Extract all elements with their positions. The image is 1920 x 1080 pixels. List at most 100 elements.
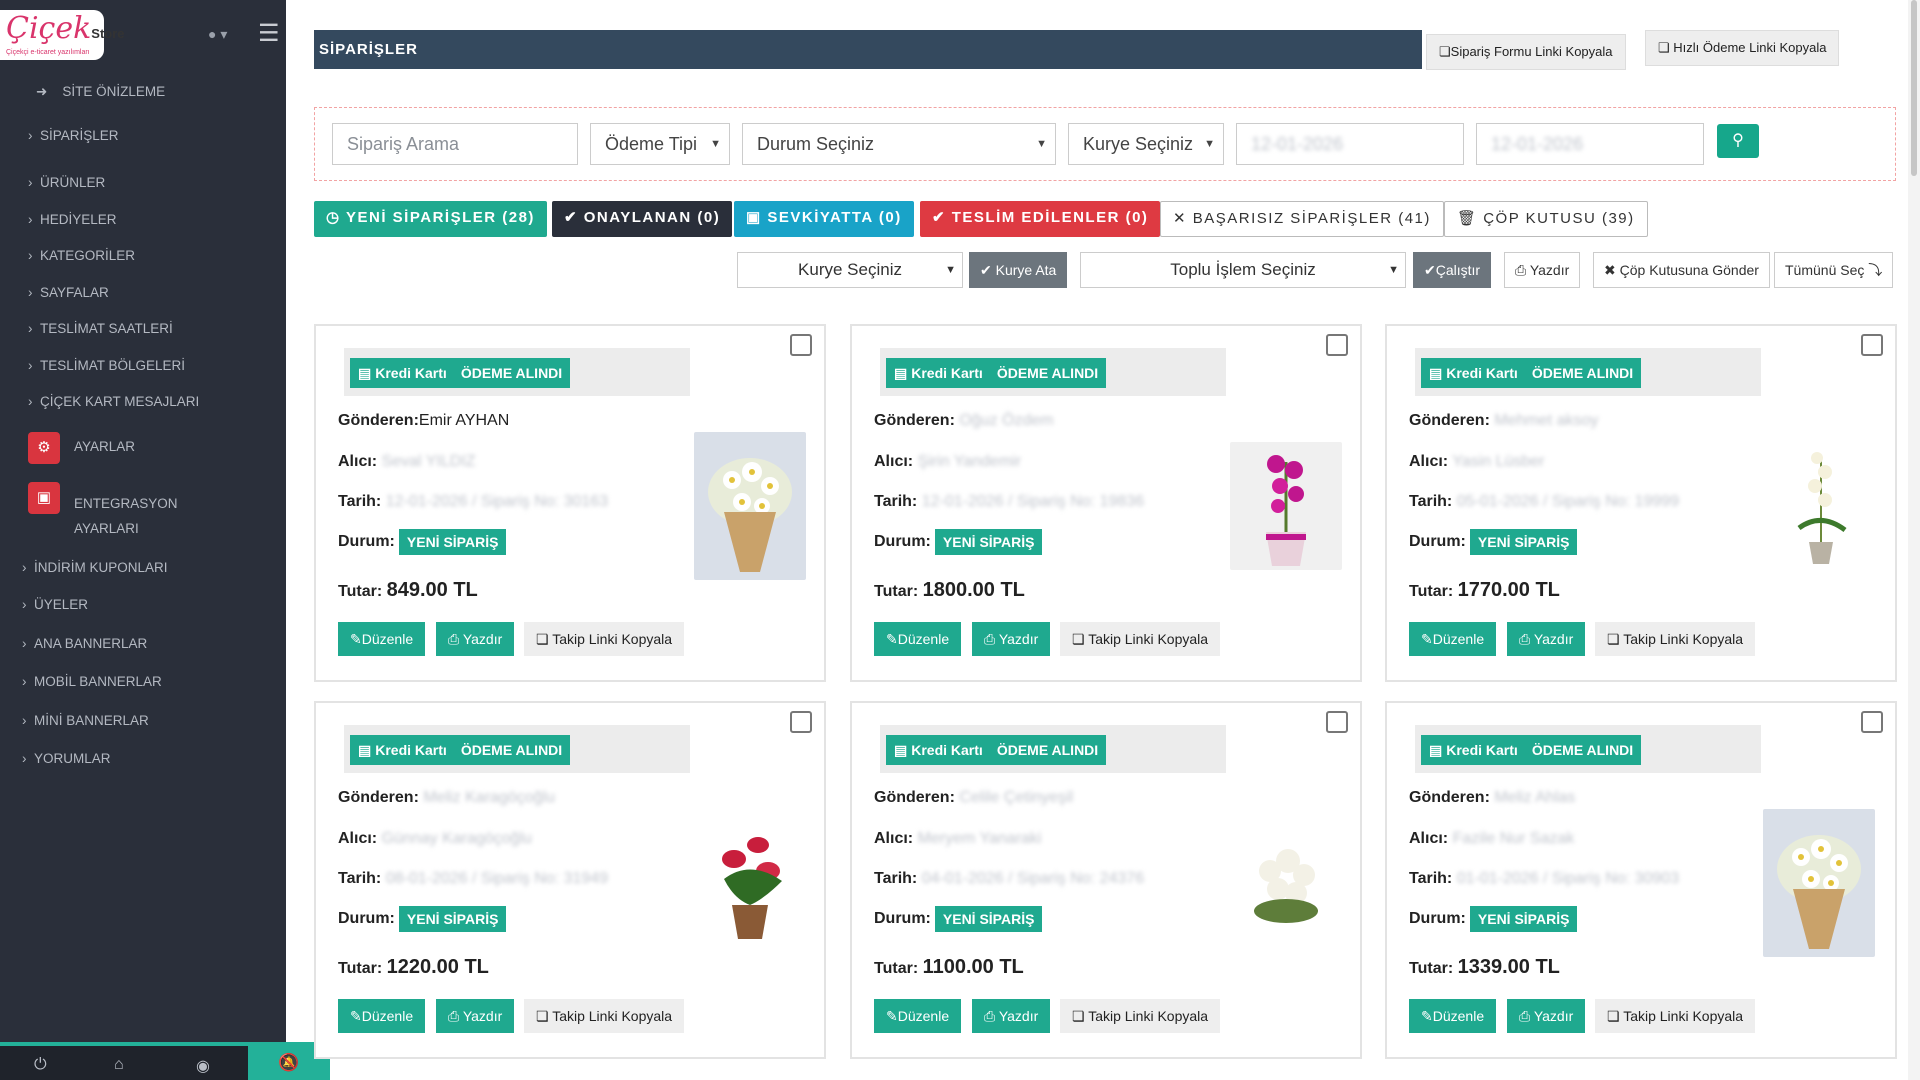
sidebar-item-mini-banners[interactable]: › MİNİ BANNERLAR bbox=[22, 713, 149, 728]
order-select-checkbox[interactable] bbox=[1861, 334, 1883, 356]
chevron-down-icon: ▼ bbox=[710, 138, 721, 150]
logo[interactable]: ÇiçekStore Çiçekçi e-ticaret yazılımları bbox=[0, 10, 125, 60]
sidebar-item-categories[interactable]: › KATEGORİLER bbox=[28, 248, 135, 263]
date-row: Tarih: 05-01-2026 / Sipariş No: 19999 bbox=[1409, 493, 1680, 510]
sidebar-item-reviews[interactable]: › YORUMLAR bbox=[22, 751, 111, 766]
copy-tracking-link-button[interactable]: ❏ Takip Linki Kopyala bbox=[524, 999, 685, 1033]
copy-tracking-link-button[interactable]: ❏ Takip Linki Kopyala bbox=[1060, 622, 1221, 656]
copy-tracking-link-button[interactable]: ❏ Takip Linki Kopyala bbox=[524, 622, 685, 656]
tab-new-orders[interactable]: ◷ YENİ SİPARİŞLER (28) bbox=[314, 201, 547, 237]
sidebar-item-mobile-banners[interactable]: › MOBİL BANNERLAR bbox=[22, 674, 162, 689]
search-button[interactable]: ⚲ bbox=[1717, 124, 1759, 158]
sidebar-item-orders[interactable]: › SİPARİŞLER bbox=[28, 128, 119, 143]
run-button[interactable]: ✔Çalıştır bbox=[1413, 252, 1492, 288]
order-search-input[interactable]: Sipariş Arama bbox=[332, 123, 578, 165]
sidebar-item-delivery-hours[interactable]: › TESLİMAT SAATLERİ bbox=[28, 321, 173, 336]
sidebar-item-main-banners[interactable]: › ANA BANNERLAR bbox=[22, 636, 147, 651]
order-select-checkbox[interactable] bbox=[1326, 334, 1348, 356]
sidebar-item-members[interactable]: › ÜYELER bbox=[22, 597, 88, 612]
order-card: ▤ Kredi Kartı ÖDEME ALINDI Gönderen: Meliz… bbox=[1385, 701, 1897, 1059]
order-select-checkbox[interactable] bbox=[1326, 711, 1348, 733]
payment-info: ▤ Kredi Kartı ÖDEME ALINDI bbox=[880, 725, 1226, 773]
sidebar-item-settings[interactable]: AYARLAR bbox=[74, 439, 135, 454]
status-badge: YENİ SİPARİŞ bbox=[934, 529, 1043, 555]
print-button[interactable]: ⎙ Yazdır bbox=[1507, 622, 1586, 656]
order-select-checkbox[interactable] bbox=[1861, 711, 1883, 733]
sidebar-item-coupons[interactable]: › İNDİRİM KUPONLARI bbox=[22, 560, 168, 575]
sidebar-item-integration[interactable]: ENTEGRASYON AYARLARI bbox=[74, 491, 214, 541]
payment-type-select[interactable]: Ödeme Tipi ▼ bbox=[590, 123, 730, 165]
scrollbar-thumb[interactable] bbox=[1911, 0, 1917, 176]
courier-assign-select[interactable]: Kurye Seçiniz ▼ bbox=[737, 252, 963, 288]
copy-tracking-link-button[interactable]: ❏ Takip Linki Kopyala bbox=[1595, 999, 1756, 1033]
order-select-checkbox[interactable] bbox=[790, 334, 812, 356]
hamburger-menu-icon[interactable]: ☰ bbox=[258, 22, 280, 46]
page-scrollbar[interactable] bbox=[1908, 0, 1920, 1080]
product-image-daisy-bouquet bbox=[694, 432, 806, 580]
clock-icon: ◷ bbox=[326, 209, 341, 226]
credit-card-icon: ▤ bbox=[1429, 365, 1443, 381]
copy-icon: ❏ bbox=[536, 631, 549, 647]
select-all-button[interactable]: Tümünü Seç ⤵ bbox=[1774, 252, 1894, 288]
edit-button[interactable]: ✎Düzenle bbox=[874, 622, 962, 656]
arrow-down-icon: ⤵ bbox=[1868, 262, 1883, 278]
chevron-right-icon: › bbox=[22, 674, 27, 689]
print-button[interactable]: ⎙ Yazdır bbox=[972, 999, 1051, 1033]
assign-courier-button[interactable]: ✔ Kurye Ata bbox=[969, 252, 1068, 288]
copy-tracking-link-button[interactable]: ❏ Takip Linki Kopyala bbox=[1595, 622, 1756, 656]
copy-icon: ❏ bbox=[1658, 40, 1670, 55]
recipient-row: Alıcı: Günnay Karagöçoğlu bbox=[338, 830, 532, 847]
copy-quick-payment-link-button[interactable]: ❏ Hızlı Ödeme Linki Kopyala bbox=[1645, 30, 1840, 66]
order-select-checkbox[interactable] bbox=[790, 711, 812, 733]
sidebar-item-products[interactable]: › ÜRÜNLER bbox=[28, 175, 105, 190]
eye-icon[interactable]: ◉ bbox=[196, 1056, 210, 1076]
status-row: Durum: YENİ SİPARİŞ bbox=[874, 906, 1043, 932]
payment-info: ▤ Kredi Kartı ÖDEME ALINDI bbox=[1415, 348, 1761, 396]
sidebar-item-card-messages[interactable]: › ÇİÇEK KART MESAJLARI bbox=[28, 394, 199, 409]
payment-info: ▤ Kredi Kartı ÖDEME ALINDI bbox=[344, 725, 690, 773]
tab-approved[interactable]: ✔ ONAYLANAN (0) bbox=[552, 201, 733, 237]
recipient-row: Alıcı: Meryem Yanaraki bbox=[874, 830, 1042, 847]
courier-filter-select[interactable]: Kurye Seçiniz ▼ bbox=[1068, 123, 1224, 165]
edit-button[interactable]: ✎Düzenle bbox=[874, 999, 962, 1033]
edit-button[interactable]: ✎Düzenle bbox=[338, 999, 426, 1033]
chevron-down-icon: ▼ bbox=[1204, 138, 1215, 150]
edit-button[interactable]: ✎Düzenle bbox=[1409, 999, 1497, 1033]
date-row: Tarih: 08-01-2026 / Sipariş No: 31949 bbox=[338, 870, 609, 887]
order-card: ▤ Kredi Kartı ÖDEME ALINDI Gönderen:Emir A… bbox=[314, 324, 826, 682]
pencil-icon: ✎ bbox=[350, 631, 362, 647]
print-button[interactable]: ⎙ Yazdır bbox=[1507, 999, 1586, 1033]
date-from-input[interactable]: 12-01-2026 bbox=[1236, 123, 1464, 165]
chevron-down-icon: ▼ bbox=[1388, 264, 1399, 276]
send-to-trash-button[interactable]: ✖ Çöp Kutusuna Gönder bbox=[1593, 252, 1770, 288]
times-icon: ✕ bbox=[1173, 210, 1188, 227]
user-menu-icon[interactable]: ● ▾ bbox=[208, 26, 227, 43]
status-badge: YENİ SİPARİŞ bbox=[1469, 906, 1578, 932]
status-row: Durum: YENİ SİPARİŞ bbox=[874, 529, 1043, 555]
sidebar-item-pages[interactable]: › SAYFALAR bbox=[28, 285, 109, 300]
tab-failed-orders[interactable]: ✕ BAŞARISIZ SİPARİŞLER (41) bbox=[1160, 201, 1444, 237]
print-button[interactable]: ⎙ Yazdır bbox=[436, 622, 515, 656]
copy-tracking-link-button[interactable]: ❏ Takip Linki Kopyala bbox=[1060, 999, 1221, 1033]
edit-button[interactable]: ✎Düzenle bbox=[338, 622, 426, 656]
tab-delivered[interactable]: ✔ TESLİM EDİLENLER (0) bbox=[920, 201, 1161, 237]
edit-button[interactable]: ✎Düzenle bbox=[1409, 622, 1497, 656]
tab-trash[interactable]: 🗑 ÇÖP KUTUSU (39) bbox=[1444, 201, 1648, 237]
sidebar-item-site-preview[interactable]: ➜ SİTE ÖNİZLEME bbox=[36, 84, 165, 100]
chevron-right-icon: › bbox=[28, 212, 33, 227]
bulk-action-select[interactable]: Toplu İşlem Seçiniz ▼ bbox=[1080, 252, 1406, 288]
print-button[interactable]: ⎙ Yazdır bbox=[436, 999, 515, 1033]
tab-shipping[interactable]: ▣ SEVKİYATTA (0) bbox=[734, 201, 914, 237]
home-icon[interactable]: ⌂ bbox=[114, 1056, 124, 1074]
print-button[interactable]: ⎙ Yazdır bbox=[972, 622, 1051, 656]
bulk-print-button[interactable]: ⎙ Yazdır bbox=[1504, 252, 1581, 288]
sidebar-item-delivery-regions[interactable]: › TESLİMAT BÖLGELERİ bbox=[28, 358, 185, 373]
logo-tagline: Çiçekçi e-ticaret yazılımları bbox=[6, 49, 90, 56]
print-icon: ⎙ bbox=[1519, 1008, 1531, 1024]
date-to-input[interactable]: 12-01-2026 bbox=[1476, 123, 1704, 165]
sidebar-item-gifts[interactable]: › HEDİYELER bbox=[28, 212, 117, 227]
product-image-anthurium-pot bbox=[694, 819, 806, 947]
copy-order-form-link-button[interactable]: ❏Sipariş Formu Linki Kopyala bbox=[1426, 34, 1626, 70]
status-select[interactable]: Durum Seçiniz ▼ bbox=[742, 123, 1056, 165]
power-icon[interactable]: ⏻ bbox=[34, 1056, 47, 1074]
